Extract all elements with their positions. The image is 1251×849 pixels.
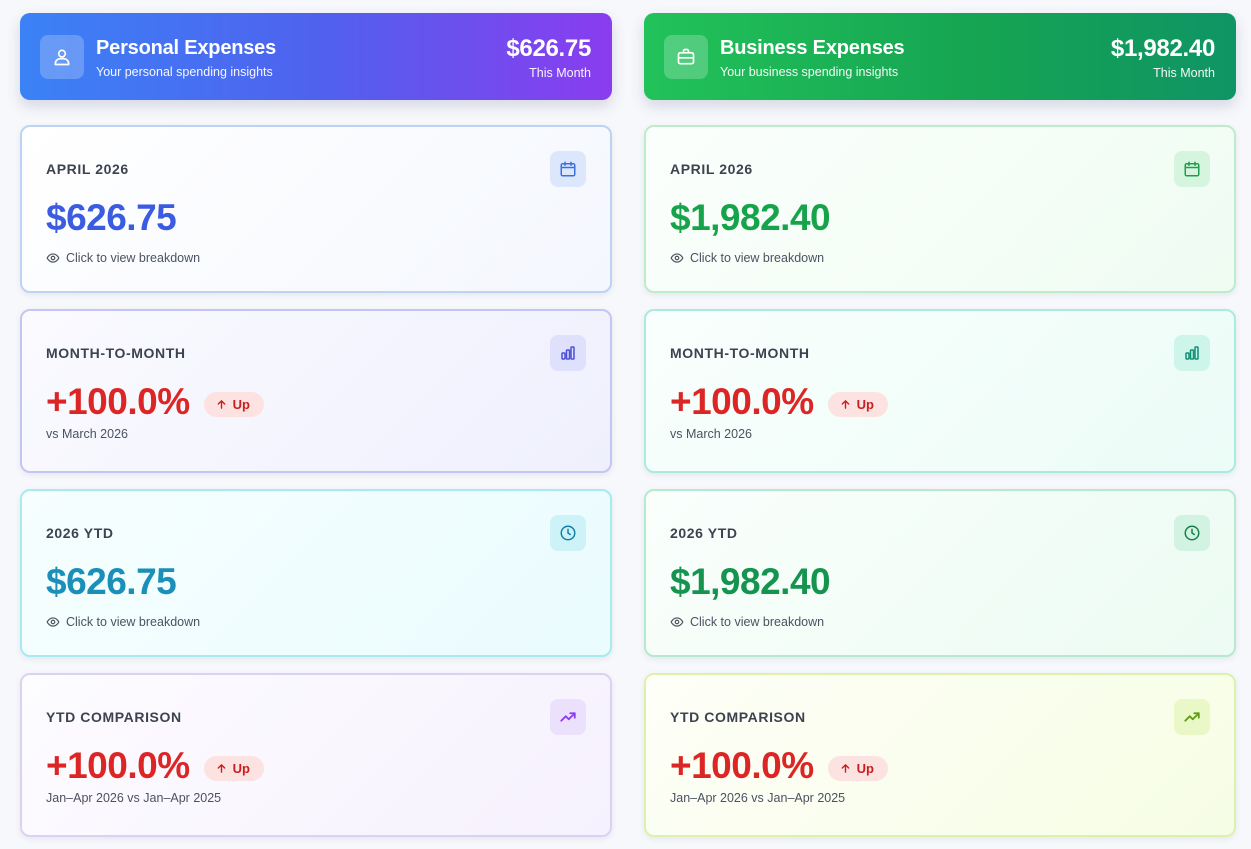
personal-month-card[interactable]: APRIL 2026 $626.75 Click to view breakdo… — [20, 125, 612, 293]
card-value: +100.0% — [670, 381, 814, 422]
badge-text: Up — [856, 760, 874, 776]
card-label: MONTH-TO-MONTH — [46, 345, 186, 361]
note-text: Click to view breakdown — [690, 251, 825, 265]
business-header-amount: $1,982.40 — [1110, 35, 1215, 62]
bar-chart-icon — [1174, 335, 1210, 371]
card-value: +100.0% — [670, 745, 814, 786]
card-value: $626.75 — [46, 197, 177, 238]
card-value: $1,982.40 — [670, 197, 831, 238]
business-title: Business Expenses — [720, 37, 905, 59]
view-breakdown-link[interactable]: Click to view breakdown — [46, 251, 200, 265]
card-label: 2026 YTD — [670, 525, 738, 541]
calendar-icon — [550, 151, 586, 187]
business-ytd-card[interactable]: 2026 YTD $1,982.40 Click to view breakdo… — [644, 489, 1236, 657]
trend-badge: Up — [827, 755, 888, 781]
note-text: Click to view breakdown — [66, 251, 201, 265]
view-breakdown-link[interactable]: Click to view breakdown — [46, 615, 200, 629]
personal-ytd-comparison-card: YTD COMPARISON +100.0% Up Jan–Apr 2026 v… — [20, 673, 612, 837]
card-label: YTD COMPARISON — [46, 709, 182, 725]
clock-icon — [1174, 515, 1210, 551]
calendar-icon — [1174, 151, 1210, 187]
personal-subtitle: Your personal spending insights — [96, 65, 273, 79]
card-value: $1,982.40 — [670, 561, 831, 602]
business-header-period: This Month — [1153, 66, 1215, 80]
trend-badge: Up — [203, 755, 264, 781]
badge-text: Up — [232, 396, 250, 412]
business-column: Business Expenses Your business spending… — [644, 13, 1236, 837]
card-label: MONTH-TO-MONTH — [670, 345, 810, 361]
trend-badge: Up — [827, 391, 888, 417]
business-month-card[interactable]: APRIL 2026 $1,982.40 Click to view break… — [644, 125, 1236, 293]
business-subtitle: Your business spending insights — [720, 65, 899, 79]
business-mtm-card: MONTH-TO-MONTH +100.0% Up vs March 2026 — [644, 309, 1236, 473]
note-text: Click to view breakdown — [66, 615, 201, 629]
card-subtext: Jan–Apr 2026 vs Jan–Apr 2025 — [670, 791, 846, 805]
business-header: Business Expenses Your business spending… — [644, 13, 1236, 100]
business-ytd-comparison-card: YTD COMPARISON +100.0% Up Jan–Apr 2026 v… — [644, 673, 1236, 837]
eye-icon — [670, 615, 684, 629]
card-subtext: Jan–Apr 2026 vs Jan–Apr 2025 — [46, 791, 222, 805]
personal-title: Personal Expenses — [96, 37, 277, 59]
view-breakdown-link[interactable]: Click to view breakdown — [670, 615, 824, 629]
personal-column: Personal Expenses Your personal spending… — [20, 13, 612, 837]
eye-icon — [46, 251, 60, 265]
card-value: +100.0% — [46, 745, 190, 786]
card-label: 2026 YTD — [46, 525, 114, 541]
personal-header-period: This Month — [529, 66, 591, 80]
arrow-up-icon — [216, 763, 227, 774]
card-label: APRIL 2026 — [670, 161, 753, 177]
card-value: +100.0% — [46, 381, 190, 422]
badge-text: Up — [232, 760, 250, 776]
view-breakdown-link[interactable]: Click to view breakdown — [670, 251, 824, 265]
note-text: Click to view breakdown — [690, 615, 825, 629]
personal-header-amount: $626.75 — [506, 35, 591, 62]
trend-badge: Up — [203, 391, 264, 417]
bar-chart-icon — [550, 335, 586, 371]
badge-text: Up — [856, 396, 874, 412]
personal-header: Personal Expenses Your personal spending… — [20, 13, 612, 100]
personal-mtm-card: MONTH-TO-MONTH +100.0% Up vs March 2026 — [20, 309, 612, 473]
clock-icon — [550, 515, 586, 551]
trending-up-icon — [550, 699, 586, 735]
card-label: APRIL 2026 — [46, 161, 129, 177]
arrow-up-icon — [840, 399, 851, 410]
card-subtext: vs March 2026 — [670, 427, 752, 441]
card-value: $626.75 — [46, 561, 177, 602]
user-icon — [40, 35, 84, 79]
arrow-up-icon — [840, 763, 851, 774]
card-label: YTD COMPARISON — [670, 709, 806, 725]
personal-ytd-card[interactable]: 2026 YTD $626.75 Click to view breakdown — [20, 489, 612, 657]
card-subtext: vs March 2026 — [46, 427, 128, 441]
eye-icon — [46, 615, 60, 629]
arrow-up-icon — [216, 399, 227, 410]
briefcase-icon — [664, 35, 708, 79]
eye-icon — [670, 251, 684, 265]
trending-up-icon — [1174, 699, 1210, 735]
